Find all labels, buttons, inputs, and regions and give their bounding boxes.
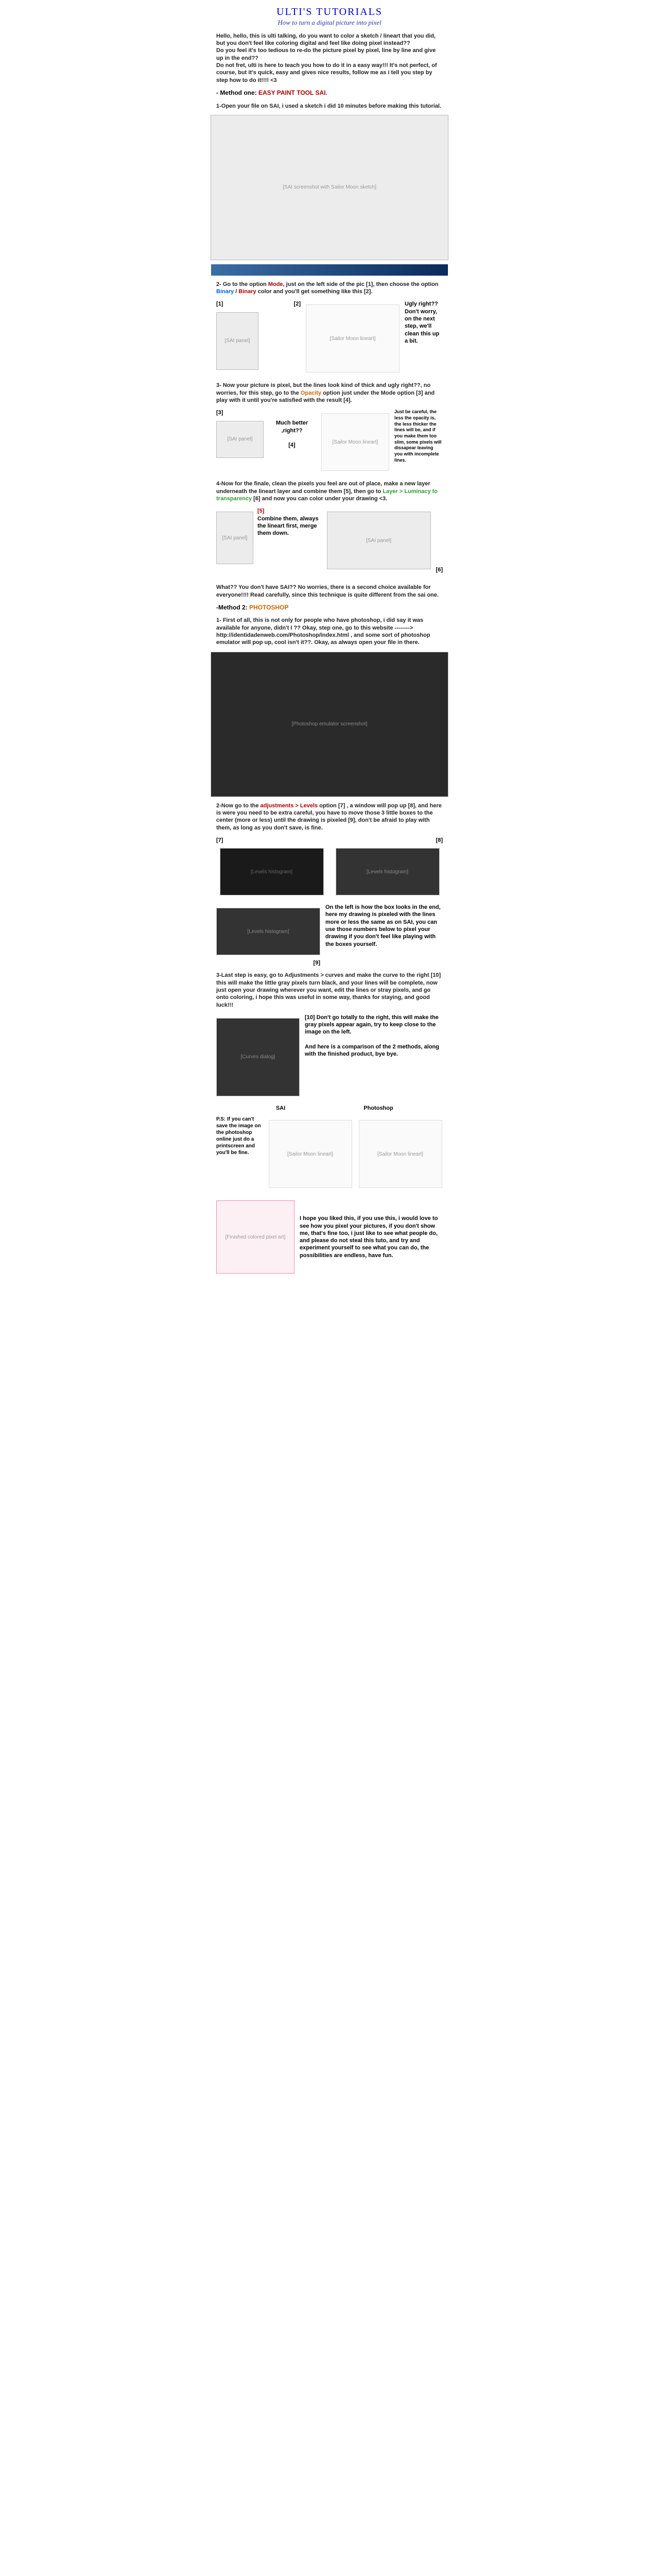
m1-step4: 4-Now for the finale, clean the pixels y… [216, 480, 443, 502]
method1-heading: - Method one: EASY PAINT TOOL SAI. [216, 89, 443, 97]
comparison-note: And here is a comparison of the 2 method… [305, 1044, 439, 1057]
m1-step2: 2- Go to the option Mode, just on the le… [216, 281, 443, 296]
label-2: [2] [294, 301, 301, 307]
opacity-result-sketch: [Sailor Moon lineart] [321, 413, 389, 471]
outro-text: I hope you liked this, if you use this, … [300, 1215, 443, 1259]
combine-note: Combine them, always the lineart first, … [257, 516, 319, 537]
sai-screenshot-main: [SAI screenshot with Sailor Moon sketch] [211, 115, 448, 260]
comparison-row: P.S: If you can't save the image on the … [216, 1116, 443, 1192]
levels-row1: [7] [Levels histogram] [8] [Levels histo… [216, 837, 443, 900]
m2-step1: 1- First of all, this is not only for pe… [216, 617, 443, 646]
ps-label: Photoshop [340, 1105, 417, 1112]
step4-row: [SAI panel] [5] Combine them, always the… [216, 507, 443, 573]
label-3: [3] [216, 409, 263, 416]
sai-mode-panel: [SAI panel] [216, 312, 258, 370]
levels-dialog: [Levels histogram] [336, 848, 440, 895]
step2-row: [1] [SAI panel] [2] [Sailor Moon lineart… [216, 300, 443, 377]
ugly-note: Ugly right?? Don't worry, on the next st… [405, 300, 443, 345]
label-7: [7] [216, 837, 327, 844]
binary-result-sketch: [Sailor Moon lineart] [306, 304, 400, 372]
ps-save-note: P.S: If you can't save the image on the … [216, 1116, 263, 1156]
method2-tool: PHOTOSHOP [249, 604, 288, 611]
label-1: [1] [216, 300, 257, 308]
levels-row2: [Levels histogram] [9] On the left is ho… [216, 904, 443, 967]
photoshop-screenshot-main: [Photoshop emulator screenshot] [211, 652, 448, 797]
levels-result: [Levels histogram] [216, 908, 320, 955]
m1-step3: 3- Now your picture is pixel, but the li… [216, 382, 443, 404]
adjustments-menu: [Levels histogram] [220, 848, 324, 895]
comparison-labels: SAI Photoshop [216, 1105, 443, 1112]
curves-row: [Curves dialog] [10] Don't go totally to… [216, 1014, 443, 1100]
windows-taskbar [211, 264, 448, 276]
sai-label: SAI [242, 1105, 319, 1112]
transition-text: What?? You don't have SAI?? No worries, … [216, 584, 443, 599]
m2-step3: 3-Last step is easy, go to Adjustments >… [216, 972, 443, 1008]
method2-heading: -Method 2: PHOTOSHOP [216, 604, 443, 612]
main-title: ULTI'S TUTORIALS [201, 5, 458, 19]
intro-p3: Do not fret, ulti is here to teach you h… [216, 62, 437, 83]
label-9: [9] [216, 959, 320, 967]
label-6: [6] [436, 567, 443, 573]
ps-comparison-sketch: [Sailor Moon lineart] [359, 1120, 442, 1188]
m1-step1: 1-Open your file on SAI, i used a sketch… [216, 103, 443, 110]
onleft-note: On the left is how the box looks in the … [325, 904, 443, 948]
sai-comparison-sketch: [Sailor Moon lineart] [269, 1120, 352, 1188]
intro-block: Hello, hello, this is ulti talking, do y… [216, 32, 443, 84]
method1-tool: EASY PAINT TOOL SAI. [258, 89, 327, 96]
label-10: [10] [305, 1014, 315, 1021]
intro-p2: Do you feel it's too tedious to re-do th… [216, 47, 436, 61]
tutorial-document: ULTI'S TUTORIALS How to turn a digital p… [196, 0, 463, 1287]
intro-p1: Hello, hello, this is ulti talking, do y… [216, 33, 436, 46]
careful-note: Just be careful, the less the opacity is… [394, 409, 443, 463]
m2-step2: 2-Now go to the adjustments > Levels opt… [216, 802, 443, 832]
step3-row: [3] [SAI panel] Much better ,right?? [4]… [216, 409, 443, 475]
curves-dialog: [Curves dialog] [216, 1018, 300, 1096]
subtitle: How to turn a digital picture into pixel [201, 19, 458, 27]
label-5: [5] [257, 508, 264, 514]
sai-menu-luminacy: [SAI panel] [327, 512, 431, 569]
outro-row: [Finished colored pixel art] I hope you … [216, 1196, 443, 1278]
better-note: Much better ,right?? [4] [268, 409, 316, 449]
label-8: [8] [332, 837, 443, 844]
sai-layers-panel: [SAI panel] [216, 512, 253, 564]
finished-colored-art: [Finished colored pixel art] [216, 1200, 294, 1274]
dont-total-note: Don't go totally to the right, this will… [305, 1014, 439, 1036]
sai-opacity-panel: [SAI panel] [216, 421, 264, 458]
